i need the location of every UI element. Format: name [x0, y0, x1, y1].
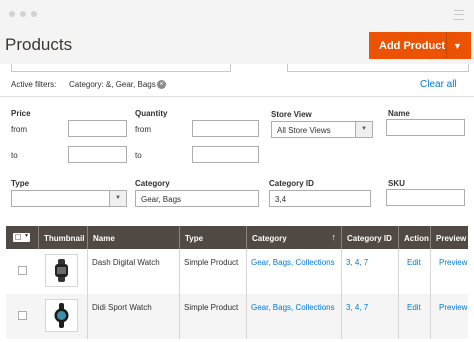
product-name: Didi Sport Watch	[92, 303, 152, 312]
watch-icon	[55, 259, 68, 282]
active-filter-category: Category: &, Gear, Bags	[69, 80, 156, 89]
quantity-from-input[interactable]	[192, 120, 259, 137]
type-label: Type	[11, 179, 30, 188]
store-view-select[interactable]: All Store Views ▼	[271, 121, 373, 138]
category-id-input[interactable]: 3,4	[269, 190, 371, 207]
category-label: Category	[135, 179, 170, 188]
category-id-value: 3,4	[275, 195, 287, 204]
quantity-to-input[interactable]	[192, 146, 259, 163]
price-to-input[interactable]	[68, 146, 127, 163]
active-filters-label: Active filters:	[11, 80, 57, 89]
column-header-category-id[interactable]: Category ID	[341, 226, 399, 249]
column-header-preview: Preview	[430, 226, 468, 249]
chevron-down-icon: ▼	[24, 233, 29, 239]
column-header-thumbnail[interactable]: Thumbnail	[38, 226, 88, 249]
cell-divider	[246, 249, 247, 294]
column-header-category[interactable]: Category ↑	[246, 226, 342, 249]
product-thumbnail[interactable]	[45, 254, 78, 287]
row-checkbox[interactable]	[18, 266, 27, 275]
divider	[0, 96, 474, 97]
chevron-down-icon[interactable]: ▼	[109, 191, 126, 206]
preview-link[interactable]: Preview	[439, 294, 467, 339]
store-view-value: All Store Views	[277, 126, 331, 135]
store-view-label: Store View	[271, 110, 312, 119]
name-label: Name	[388, 109, 410, 118]
chevron-down-icon[interactable]: ▼	[453, 41, 462, 51]
product-thumbnail[interactable]	[45, 299, 78, 332]
button-divider	[446, 32, 447, 59]
mass-action-checkbox[interactable]: ▼	[13, 233, 30, 242]
category-input[interactable]: Gear, Bags	[135, 190, 259, 207]
clear-all-link[interactable]: Clear all	[420, 79, 457, 90]
quantity-label: Quantity	[135, 109, 168, 118]
cell-divider	[246, 294, 247, 339]
hamburger-icon[interactable]	[454, 10, 464, 20]
column-header-action: Action	[398, 226, 431, 249]
price-label: Price	[11, 109, 31, 118]
product-type: Simple Product	[184, 258, 239, 267]
sku-label: SKU	[388, 179, 405, 188]
quantity-to-label: to	[135, 151, 142, 160]
type-select[interactable]: ▼	[11, 190, 127, 207]
edit-link[interactable]: Edit	[407, 294, 421, 339]
page-header: Products Add Product ▼	[0, 28, 474, 64]
cell-divider	[398, 249, 399, 294]
cell-divider	[87, 249, 88, 294]
checkbox-icon	[15, 234, 21, 240]
window-titlebar	[0, 0, 474, 28]
close-icon[interactable]: ×	[157, 80, 166, 89]
price-to-label: to	[11, 151, 18, 160]
quantity-from-label: from	[135, 125, 151, 134]
preview-link[interactable]: Preview	[439, 249, 467, 294]
sku-input[interactable]	[386, 189, 465, 206]
row-checkbox[interactable]	[18, 311, 27, 320]
secondary-search-input[interactable]	[287, 64, 469, 72]
cell-divider	[87, 294, 88, 339]
window-dot-icon	[20, 11, 26, 17]
category-id-label: Category ID	[269, 179, 314, 188]
name-input[interactable]	[386, 119, 465, 136]
price-from-input[interactable]	[68, 120, 127, 137]
cell-divider	[179, 294, 180, 339]
product-type: Simple Product	[184, 303, 239, 312]
table-row: Didi Sport Watch Simple Product Gear, Ba…	[6, 294, 468, 339]
add-product-button[interactable]: Add Product ▼	[369, 32, 471, 59]
window-dot-icon	[9, 11, 15, 17]
window-dots	[9, 11, 37, 17]
window-dot-icon	[31, 11, 37, 17]
product-name: Dash Digital Watch	[92, 258, 160, 267]
table-row: Dash Digital Watch Simple Product Gear, …	[6, 249, 468, 294]
keyword-search-input[interactable]	[11, 64, 231, 72]
category-value: Gear, Bags	[141, 195, 182, 204]
cell-divider	[430, 249, 431, 294]
cell-divider	[341, 249, 342, 294]
price-from-label: from	[11, 125, 27, 134]
sort-up-arrow-icon: ↑	[331, 232, 337, 242]
watch-icon	[54, 303, 69, 328]
product-category[interactable]: Gear, Bags, Collections	[251, 294, 335, 339]
grid-header: ▼ Thumbnail Name Type Category ↑ Categor…	[6, 226, 468, 249]
column-header-type[interactable]: Type	[179, 226, 247, 249]
cell-divider	[430, 294, 431, 339]
add-product-label: Add Product	[379, 40, 445, 52]
cell-divider	[179, 249, 180, 294]
page-title: Products	[5, 35, 73, 54]
product-category[interactable]: Gear, Bags, Collections	[251, 249, 335, 294]
column-header-category-label: Category	[252, 234, 287, 243]
edit-link[interactable]: Edit	[407, 249, 421, 294]
cell-divider	[341, 294, 342, 339]
product-category-id[interactable]: 3, 4, 7	[346, 249, 368, 294]
cell-divider	[398, 294, 399, 339]
column-header-name[interactable]: Name	[87, 226, 179, 249]
chevron-down-icon[interactable]: ▼	[355, 122, 372, 137]
product-category-id[interactable]: 3, 4, 7	[346, 294, 368, 339]
